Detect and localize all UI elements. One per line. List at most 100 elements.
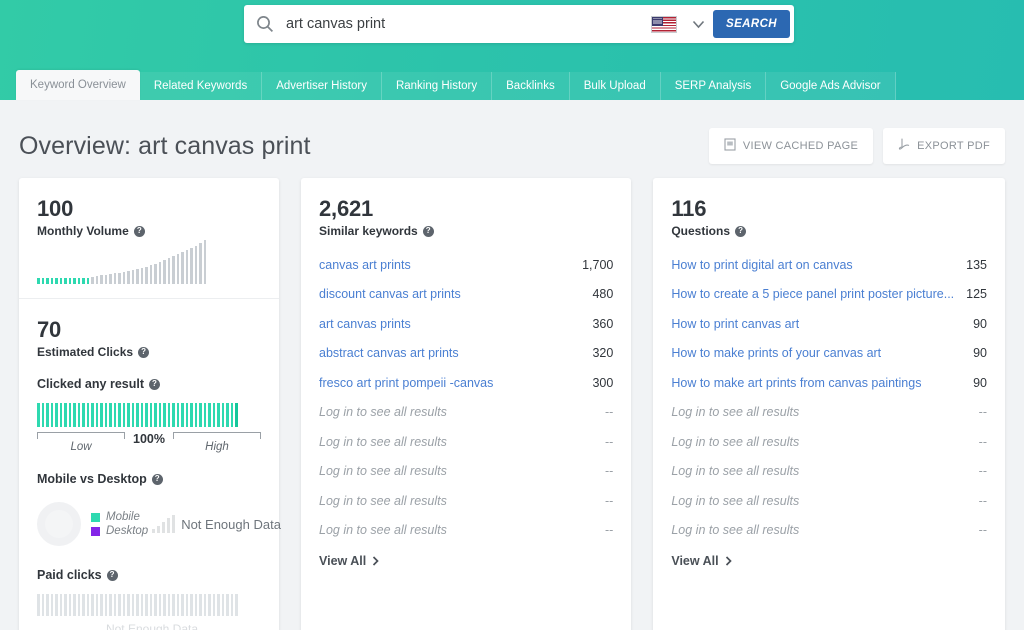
paid-click-bar <box>118 594 121 616</box>
tab-related-keywords[interactable]: Related Keywords <box>140 72 262 100</box>
tab-keyword-overview[interactable]: Keyword Overview <box>16 70 140 100</box>
list-item[interactable]: abstract canvas art prints320 <box>319 339 613 369</box>
list-item[interactable]: art canvas prints360 <box>319 309 613 339</box>
sparkline-bar <box>204 240 207 284</box>
click-bar <box>222 403 225 427</box>
help-icon[interactable]: ? <box>423 226 434 237</box>
paid-click-bar <box>109 594 112 616</box>
paid-click-bar <box>82 594 85 616</box>
list-item[interactable]: How to make prints of your canvas art 90 <box>671 339 987 369</box>
tab-label: Related Keywords <box>154 80 247 92</box>
list-item[interactable]: canvas art prints1,700 <box>319 250 613 280</box>
tab-backlinks[interactable]: Backlinks <box>492 72 570 100</box>
paid-click-bar <box>132 594 135 616</box>
list-item[interactable]: How to make art prints from canvas paint… <box>671 368 987 398</box>
sparkline-bar <box>69 278 72 284</box>
keyword-link[interactable]: How to make prints of your canvas art <box>671 346 881 360</box>
sparkline-bar <box>87 278 90 284</box>
paid-click-bar <box>64 594 67 616</box>
chart-legend: Mobile Desktop <box>91 509 148 539</box>
list-item[interactable]: How to print canvas art90 <box>671 309 987 339</box>
help-icon[interactable]: ? <box>134 226 145 237</box>
estimated-clicks-value: 70 <box>37 317 261 343</box>
keyword-link[interactable]: discount canvas art prints <box>319 287 461 301</box>
page-title: Overview: art canvas print <box>19 132 311 161</box>
paid-click-bar <box>100 594 103 616</box>
search-bar: SEARCH <box>244 5 794 43</box>
list-item[interactable]: discount canvas art prints480 <box>319 280 613 310</box>
sparkline-bar <box>51 278 54 284</box>
row-value: -- <box>967 494 987 508</box>
help-icon[interactable]: ? <box>735 226 746 237</box>
keyword-link[interactable]: How to print digital art on canvas <box>671 258 852 272</box>
row-value: -- <box>967 435 987 449</box>
paid-click-bar <box>159 594 162 616</box>
help-icon[interactable]: ? <box>138 347 149 358</box>
click-bar <box>199 403 202 427</box>
paid-click-bar <box>181 594 184 616</box>
page-actions: VIEW CACHED PAGE EXPORT PDF <box>709 128 1005 164</box>
click-bar <box>82 403 85 427</box>
export-pdf-button[interactable]: EXPORT PDF <box>883 128 1005 164</box>
monthly-volume-sparkline <box>37 238 261 284</box>
click-bar <box>186 403 189 427</box>
click-bar <box>64 403 67 427</box>
sparkline-bar <box>46 278 49 284</box>
paid-click-bar <box>51 594 54 616</box>
row-value: -- <box>593 494 613 508</box>
list-item[interactable]: How to create a 5 piece panel print post… <box>671 280 987 310</box>
click-bar <box>141 403 144 427</box>
paid-click-bar <box>73 594 76 616</box>
paid-click-bar <box>163 594 166 616</box>
help-icon[interactable]: ? <box>107 570 118 581</box>
keyword-link[interactable]: art canvas prints <box>319 317 411 331</box>
list-item[interactable]: fresco art print pompeii -canvas300 <box>319 368 613 398</box>
mobile-vs-desktop-status: Not Enough Data <box>181 517 281 532</box>
keyword-link[interactable]: canvas art prints <box>319 258 411 272</box>
help-icon[interactable]: ? <box>149 379 160 390</box>
paid-click-bar <box>55 594 58 616</box>
search-button[interactable]: SEARCH <box>713 10 790 38</box>
click-bar <box>231 403 234 427</box>
sparkline-bar <box>100 275 103 284</box>
similar-keywords-list: canvas art prints1,700discount canvas ar… <box>319 250 613 545</box>
tab-bulk-upload[interactable]: Bulk Upload <box>570 72 661 100</box>
button-label: EXPORT PDF <box>917 140 990 152</box>
tab-advertiser-history[interactable]: Advertiser History <box>262 72 382 100</box>
sparkline-bar <box>159 262 162 284</box>
click-bar <box>150 403 153 427</box>
questions-view-all[interactable]: View All <box>671 554 987 568</box>
sparkline-bar <box>78 278 81 284</box>
sparkline-bar <box>114 273 117 284</box>
row-value: -- <box>967 405 987 419</box>
keyword-link[interactable]: abstract canvas art prints <box>319 346 459 360</box>
page-title-bar: Overview: art canvas print VIEW CACHED P… <box>0 100 1024 166</box>
row-value: 90 <box>961 346 987 360</box>
tab-ranking-history[interactable]: Ranking History <box>382 72 492 100</box>
app-header: SEARCH Keyword Overview Related Keywords… <box>0 0 1024 100</box>
paid-click-bar <box>231 594 234 616</box>
search-input[interactable] <box>286 16 651 32</box>
paid-click-bar <box>195 594 198 616</box>
similar-keywords-view-all[interactable]: View All <box>319 554 613 568</box>
tab-serp-analysis[interactable]: SERP Analysis <box>661 72 767 100</box>
tab-google-ads-advisor[interactable]: Google Ads Advisor <box>766 72 895 100</box>
click-bar <box>37 403 40 427</box>
view-cached-page-button[interactable]: VIEW CACHED PAGE <box>709 128 873 164</box>
list-item: Log in to see all results-- <box>319 516 613 546</box>
help-icon[interactable]: ? <box>152 474 163 485</box>
sparkline-bar <box>109 274 112 284</box>
keyword-link[interactable]: How to make art prints from canvas paint… <box>671 376 921 390</box>
click-bar <box>132 403 135 427</box>
row-value: -- <box>593 464 613 478</box>
list-item[interactable]: How to print digital art on canvas135 <box>671 250 987 280</box>
locked-row-label: Log in to see all results <box>319 405 447 419</box>
paid-click-bar <box>78 594 81 616</box>
keyword-link[interactable]: How to print canvas art <box>671 317 799 331</box>
click-bar <box>55 403 58 427</box>
chevron-down-icon[interactable] <box>683 6 713 42</box>
questions-label: Questions ? <box>671 224 987 238</box>
similar-keywords-label: Similar keywords ? <box>319 224 613 238</box>
keyword-link[interactable]: fresco art print pompeii -canvas <box>319 376 493 390</box>
keyword-link[interactable]: How to create a 5 piece panel print post… <box>671 287 954 301</box>
